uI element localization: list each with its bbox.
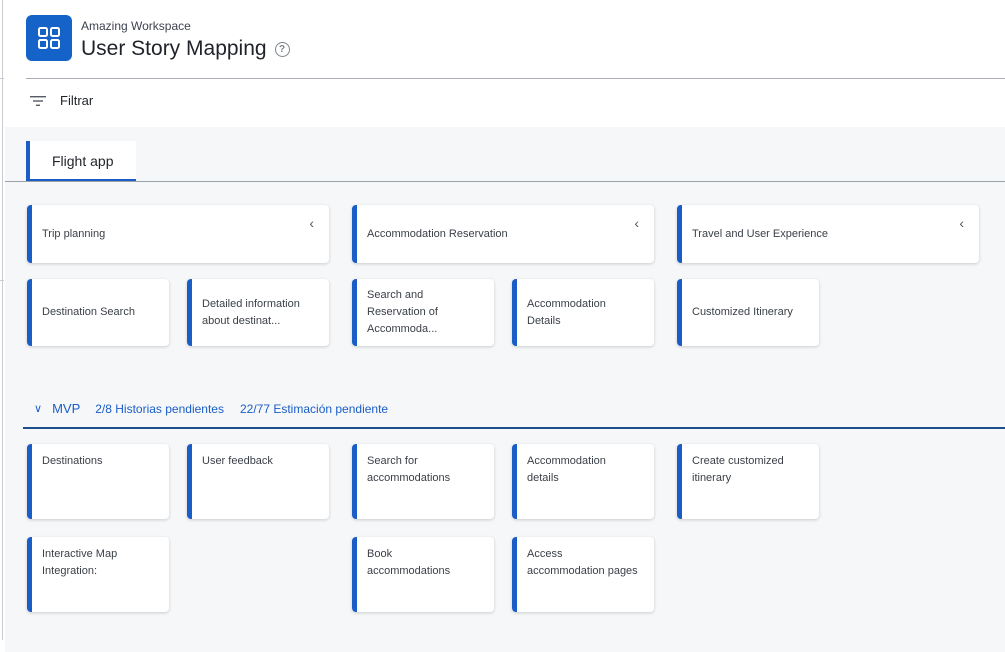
release-name[interactable]: MVP <box>52 401 80 416</box>
page-header: Amazing Workspace User Story Mapping ? <box>26 15 290 61</box>
header-divider <box>26 78 1005 79</box>
workspace-name: Amazing Workspace <box>81 19 191 33</box>
activity-label: Travel and User Experience <box>692 227 828 240</box>
story-card[interactable]: User feedback <box>187 444 329 519</box>
app-logo[interactable] <box>26 15 72 61</box>
story-label: accommodation pages <box>527 565 638 577</box>
story-card[interactable]: Access accommodation pages <box>512 537 654 612</box>
page-title: User Story Mapping <box>81 37 267 60</box>
step-card[interactable]: Destination Search <box>27 279 169 346</box>
story-label: Destinations <box>42 455 103 467</box>
story-label: accommodations <box>367 565 451 577</box>
activity-card[interactable]: Accommodation Reservation ‹ <box>352 205 654 263</box>
release-header: ∨ MVP 2/8 Historias pendientes 22/77 Est… <box>34 401 404 416</box>
story-label: accommodations <box>367 472 451 484</box>
step-card[interactable]: Customized Itinerary <box>677 279 819 346</box>
step-label: about destinat... <box>202 314 281 327</box>
step-label: Reservation of <box>367 306 438 318</box>
activity-card[interactable]: Travel and User Experience ‹ <box>677 205 979 263</box>
step-label: Accommoda... <box>367 323 438 335</box>
story-card[interactable]: Interactive Map Integration: <box>27 537 169 612</box>
story-card[interactable]: Destinations <box>27 444 169 519</box>
story-label: details <box>527 472 559 484</box>
story-card[interactable]: Search for accommodations <box>352 444 494 519</box>
step-label: Destination Search <box>42 306 135 318</box>
step-label: Accommodation <box>527 297 606 310</box>
story-label: Create customized <box>692 455 784 467</box>
story-label: Accommodation <box>527 455 606 467</box>
story-card[interactable]: Create customized itinerary <box>677 444 819 519</box>
story-label: Search for <box>367 455 418 467</box>
help-icon[interactable]: ? <box>274 41 290 57</box>
pending-estimation: 22/77 Estimación pendiente <box>239 401 389 416</box>
story-label: Integration: <box>42 565 98 577</box>
activity-card[interactable]: Trip planning ‹ <box>27 205 329 263</box>
step-card[interactable]: Detailed information about destinat... <box>187 279 329 346</box>
activity-label: Accommodation Reservation <box>367 227 508 240</box>
story-label: Access <box>527 548 563 560</box>
story-label: itinerary <box>692 472 732 484</box>
step-label: Search and <box>367 289 424 301</box>
story-label: Book <box>367 548 393 560</box>
story-card[interactable]: Book accommodations <box>352 537 494 612</box>
story-card[interactable]: Accommodation details <box>512 444 654 519</box>
tab-divider <box>5 181 1005 182</box>
chevron-left-icon[interactable]: ‹ <box>959 215 964 232</box>
filter-icon <box>30 95 46 106</box>
chevron-down-icon[interactable]: ∨ <box>34 402 42 415</box>
grid-icon <box>38 27 60 49</box>
chevron-left-icon[interactable]: ‹ <box>634 215 639 232</box>
step-card[interactable]: Search and Reservation of Accommoda... <box>352 279 494 346</box>
filter-button[interactable]: Filtrar <box>30 93 93 108</box>
story-label: Interactive Map <box>42 548 118 560</box>
left-border-tick <box>0 78 4 79</box>
chevron-left-icon[interactable]: ‹ <box>309 215 314 232</box>
step-label: Details <box>527 314 561 327</box>
release-divider <box>23 427 1005 429</box>
activity-label: Trip planning <box>42 227 106 240</box>
filter-label: Filtrar <box>60 93 94 108</box>
step-card[interactable]: Accommodation Details <box>512 279 654 346</box>
step-label: Customized Itinerary <box>692 306 793 318</box>
tab-flight-app[interactable]: Flight app <box>26 141 136 181</box>
pending-stories: 2/8 Historias pendientes <box>95 401 224 416</box>
left-border-tick <box>0 280 4 281</box>
left-border <box>2 0 3 640</box>
tab-label: Flight app <box>52 153 114 169</box>
step-label: Detailed information <box>202 297 300 310</box>
story-label: User feedback <box>202 455 273 467</box>
